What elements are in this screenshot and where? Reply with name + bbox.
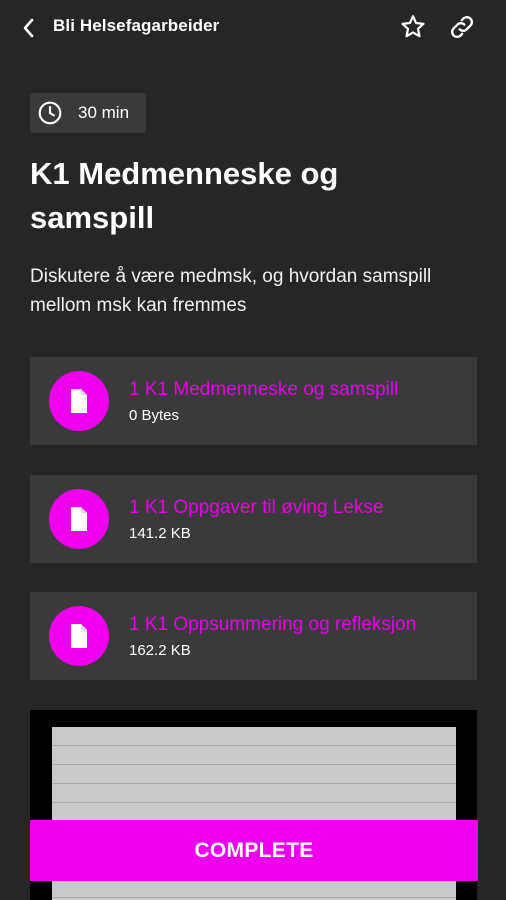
top-bar: Bli Helsefagarbeider [0, 0, 506, 58]
document-icon [49, 606, 109, 666]
file-size: 141.2 KB [129, 524, 191, 542]
file-size: 162.2 KB [129, 641, 191, 659]
file-info: 1 K1 Oppgaver til øving Lekse 141.2 KB [129, 496, 429, 543]
document-icon [49, 489, 109, 549]
duration-text: 30 min [78, 103, 130, 122]
file-info: 1 K1 Oppsummering og refleksjon 162.2 KB [129, 613, 429, 660]
document-icon [49, 371, 109, 431]
back-button[interactable] [20, 14, 36, 42]
file-name: 1 K1 Oppgaver til øving Lekse [129, 496, 384, 518]
complete-button[interactable]: COMPLETE [30, 820, 478, 881]
page-title: K1 Medmenneske og samspill [30, 156, 339, 235]
file-size: 0 Bytes [129, 406, 180, 424]
lesson-screen: Bli Helsefagarbeider 30 min K1 Medmennes… [0, 0, 506, 900]
file-card[interactable]: 1 K1 Medmenneske og samspill 0 Bytes [30, 357, 477, 445]
link-icon [448, 13, 476, 46]
star-icon [399, 13, 427, 46]
chevron-left-icon [20, 17, 36, 39]
clock-icon [36, 99, 64, 127]
file-name: 1 K1 Oppsummering og refleksjon [129, 613, 417, 635]
favorite-button[interactable] [398, 14, 428, 44]
lesson-description: Diskutere å være medmsk, og hvordan sams… [30, 266, 432, 316]
copy-link-button[interactable] [447, 14, 477, 44]
file-info: 1 K1 Medmenneske og samspill 0 Bytes [129, 378, 429, 425]
file-card[interactable]: 1 K1 Oppgaver til øving Lekse 141.2 KB [30, 475, 477, 563]
duration-badge: 30 min [30, 93, 146, 133]
file-card[interactable]: 1 K1 Oppsummering og refleksjon 162.2 KB [30, 592, 477, 680]
complete-button-label: COMPLETE [194, 838, 314, 862]
back-title[interactable]: Bli Helsefagarbeider [53, 16, 219, 36]
file-name: 1 K1 Medmenneske og samspill [129, 378, 399, 400]
